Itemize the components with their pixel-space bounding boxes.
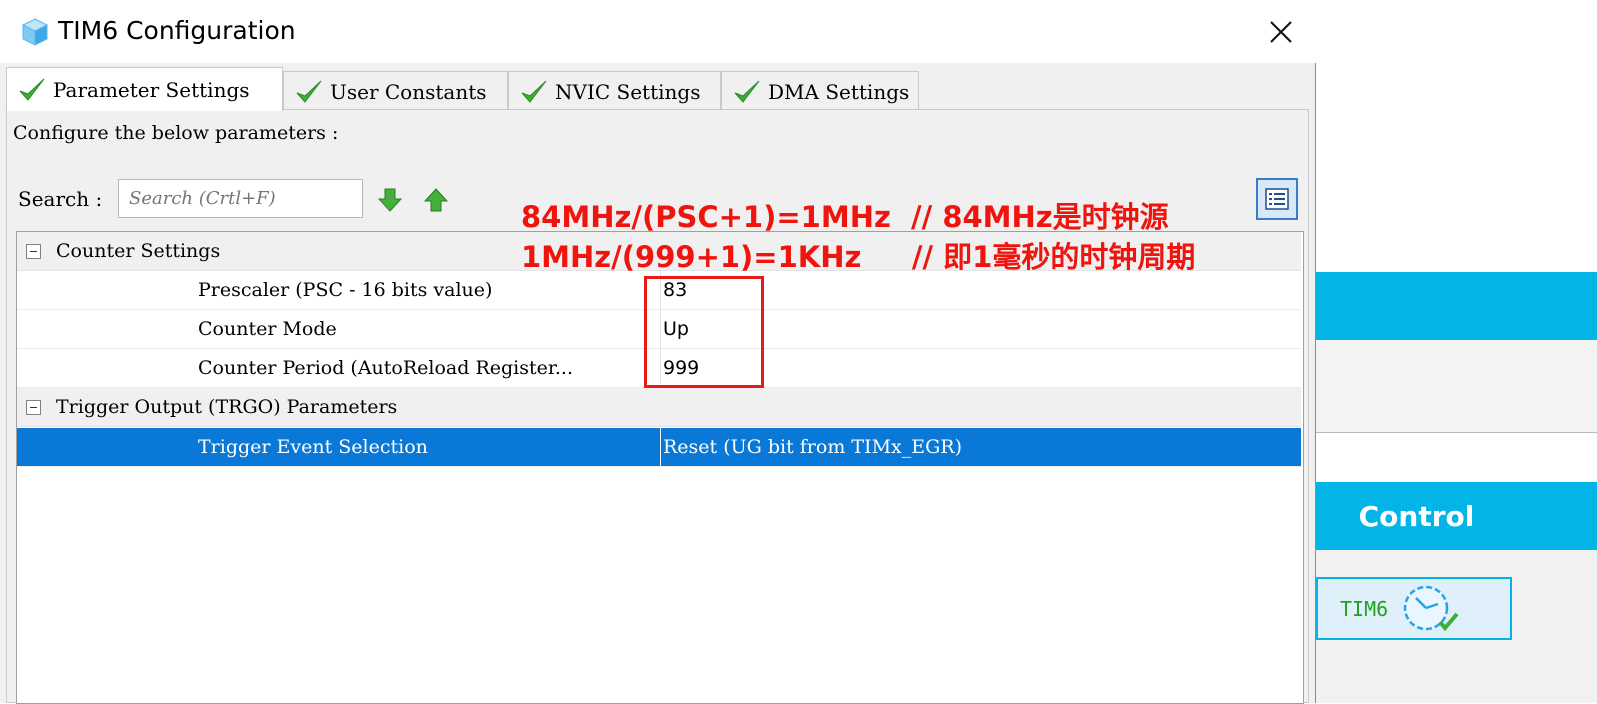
param-value-counter-period[interactable]: 999 (660, 349, 1301, 388)
green-check-icon (734, 80, 760, 103)
close-button[interactable] (1260, 14, 1302, 50)
tab-parameter-settings[interactable]: Parameter Settings (6, 67, 283, 111)
arrow-down-icon[interactable] (377, 187, 403, 213)
param-value-counter-mode[interactable]: Up (660, 310, 1301, 349)
list-view-button[interactable] (1256, 178, 1298, 220)
control-header: Control (1316, 482, 1597, 550)
tab-label: NVIC Settings (555, 79, 701, 104)
search-input[interactable] (118, 179, 363, 218)
param-name: Counter Period (AutoReload Register... (198, 357, 573, 379)
tab-strip: Parameter Settings User Constants NVIC S… (6, 67, 919, 111)
param-row-trigger-event-selection[interactable]: Trigger Event Selection Reset (UG bit fr… (17, 428, 1301, 467)
list-icon (1265, 188, 1289, 210)
background-panel (1316, 340, 1597, 433)
tim6-configuration-dialog: TIM6 Configuration Parameter Settings Us… (0, 0, 1316, 704)
group-label: Counter Settings (56, 240, 221, 262)
tab-label: DMA Settings (768, 79, 910, 104)
param-value-trigger-event[interactable]: Reset (UG bit from TIMx_EGR) (660, 428, 1301, 467)
param-row-counter-period[interactable]: Counter Period (AutoReload Register... 9… (17, 349, 1301, 388)
param-row-prescaler[interactable]: Prescaler (PSC - 16 bits value) 83 (17, 271, 1301, 310)
tab-user-constants[interactable]: User Constants (283, 71, 508, 111)
param-name: Trigger Event Selection (198, 436, 428, 458)
green-check-icon (296, 80, 322, 103)
cube-icon (21, 18, 49, 46)
annotation-line-2: 1MHz/(999+1)=1KHz // 即1毫秒的时钟周期 (521, 240, 1196, 274)
param-value-prescaler[interactable]: 83 (660, 271, 1301, 310)
parameter-tree-table: Counter Settings Prescaler (PSC - 16 bit… (16, 231, 1304, 704)
param-name: Counter Mode (198, 318, 337, 340)
param-name: Prescaler (PSC - 16 bits value) (198, 279, 493, 301)
green-check-icon (19, 78, 45, 101)
param-row-counter-mode[interactable]: Counter Mode Up (17, 310, 1301, 349)
tab-nvic-settings[interactable]: NVIC Settings (508, 71, 721, 111)
title-bar: TIM6 Configuration (0, 0, 1316, 63)
clock-check-icon (1403, 585, 1459, 631)
arrow-up-icon[interactable] (423, 187, 449, 213)
tab-label: User Constants (330, 79, 487, 104)
panel-caption: Configure the below parameters : (13, 122, 339, 144)
tab-dma-settings[interactable]: DMA Settings (721, 71, 919, 111)
window-title: TIM6 Configuration (58, 16, 296, 45)
annotation-line-1: 84MHz/(PSC+1)=1MHz // 84MHz是时钟源 (521, 200, 1169, 234)
collapse-toggle-icon[interactable] (26, 244, 41, 259)
control-header-label: Control (1358, 499, 1475, 533)
tim6-peripheral-card[interactable]: TIM6 (1316, 577, 1512, 640)
tim6-card-label: TIM6 (1340, 596, 1389, 621)
collapse-toggle-icon[interactable] (26, 400, 41, 415)
dialog-body: Parameter Settings User Constants NVIC S… (0, 63, 1315, 704)
background-header-band (1316, 272, 1597, 340)
group-label: Trigger Output (TRGO) Parameters (56, 396, 398, 418)
tab-label: Parameter Settings (53, 77, 250, 102)
green-check-icon (521, 80, 547, 103)
close-icon (1270, 21, 1292, 43)
search-label: Search : (18, 187, 103, 211)
group-row-trigger-output[interactable]: Trigger Output (TRGO) Parameters (17, 388, 1301, 427)
